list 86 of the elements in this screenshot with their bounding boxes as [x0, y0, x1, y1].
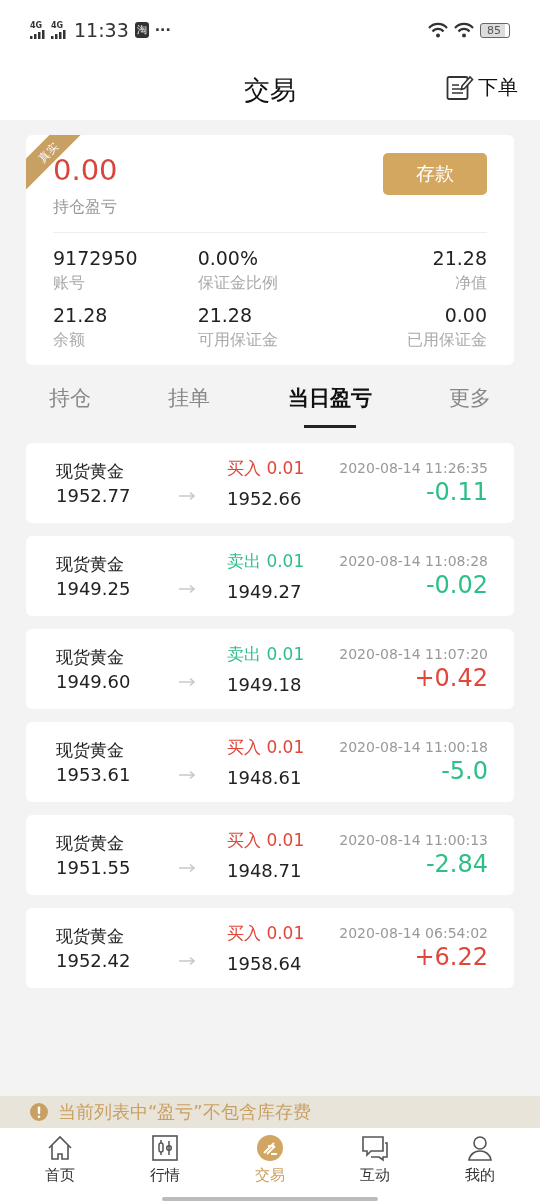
- chat-icon: [360, 1134, 389, 1162]
- trade-pnl: -0.02: [425, 571, 488, 599]
- product-name: 现货黄金: [56, 739, 125, 762]
- clock: 11:33: [74, 19, 129, 41]
- stat-value: 21.28: [53, 304, 109, 326]
- stat-value: 0.00: [444, 304, 487, 326]
- nav-tab[interactable]: 行情: [130, 1128, 201, 1194]
- trade-time: 2020-08-14 11:08:28: [339, 553, 488, 569]
- trade-pnl: +0.42: [414, 664, 488, 692]
- info-icon: [30, 1103, 48, 1121]
- order-side: 卖出 0.01: [227, 643, 305, 666]
- open-price: 1949.25: [56, 578, 132, 599]
- trade-card[interactable]: 现货黄金 1951.55 买入 0.01 1948.71 2020-08-14 11:00:13 -2.84: [26, 815, 514, 895]
- nav-tab[interactable]: 我的: [444, 1128, 515, 1194]
- more-indicator: ···: [154, 22, 171, 38]
- close-price: 1949.18: [227, 674, 303, 695]
- stat-label: 余额: [53, 330, 86, 351]
- wifi-icon: [454, 22, 474, 38]
- network-type: 4G: [51, 21, 64, 30]
- trade-icon: [256, 1134, 284, 1162]
- close-price: 1948.61: [227, 767, 303, 788]
- open-price: 1949.60: [56, 671, 132, 692]
- signal-icon: [51, 30, 66, 39]
- order-side: 买入 0.01: [227, 457, 305, 480]
- arrow-icon: [178, 863, 195, 873]
- close-price: 1948.71: [227, 860, 303, 881]
- order-side: 买入 0.01: [227, 736, 305, 759]
- trade-card[interactable]: 现货黄金 1949.60 卖出 0.01 1949.18 2020-08-14 11:07:20 +0.42: [26, 629, 514, 709]
- stat-value: 9172950: [53, 247, 139, 269]
- product-name: 现货黄金: [56, 925, 125, 948]
- trade-time: 2020-08-14 11:00:18: [339, 739, 488, 755]
- open-price: 1952.77: [56, 485, 132, 506]
- signal-icon: [30, 30, 45, 39]
- stat-value: 21.28: [432, 247, 487, 269]
- app-badge: 淘: [134, 22, 149, 38]
- trade-pnl: -0.11: [425, 478, 488, 506]
- close-price: 1952.66: [227, 488, 303, 509]
- page-title: 交易: [244, 73, 296, 107]
- trade-pnl: -2.84: [425, 850, 488, 878]
- open-price: 1952.42: [56, 950, 132, 971]
- wifi-icon: [428, 22, 448, 38]
- stat-label: 可用保证金: [197, 330, 279, 351]
- trade-pnl: +6.22: [414, 943, 488, 971]
- order-side: 买入 0.01: [227, 922, 305, 945]
- candlestick-icon: [151, 1134, 180, 1162]
- close-price: 1949.27: [227, 581, 303, 602]
- trade-card[interactable]: 现货黄金 1952.77 买入 0.01 1952.66 2020-08-14 11:26:35 -0.11: [26, 443, 514, 523]
- trade-card[interactable]: 现货黄金 1949.25 卖出 0.01 1949.27 2020-08-14 11:08:28 -0.02: [26, 536, 514, 616]
- product-name: 现货黄金: [56, 460, 125, 483]
- arrow-icon: [178, 584, 195, 594]
- pnl-value: 0.00: [53, 153, 118, 187]
- arrow-icon: [178, 956, 195, 966]
- trade-time: 2020-08-14 11:00:13: [339, 832, 488, 848]
- nav-tab[interactable]: 首页: [25, 1128, 96, 1194]
- stat-value: 0.00%: [197, 247, 259, 269]
- stat-value: 21.28: [197, 304, 254, 326]
- notice-text: 当前列表中“盈亏”不包含库存费: [58, 1100, 311, 1124]
- trade-time: 2020-08-14 11:07:20: [339, 646, 488, 662]
- product-name: 现货黄金: [56, 646, 125, 669]
- trade-time: 2020-08-14 06:54:02: [339, 925, 488, 941]
- edit-note-icon: [446, 74, 474, 101]
- arrow-icon: [178, 770, 195, 780]
- network-type: 4G: [30, 21, 43, 30]
- close-price: 1958.64: [227, 953, 303, 974]
- nav-tab[interactable]: 互动: [339, 1128, 410, 1194]
- stat-label: 已用保证金: [407, 330, 487, 351]
- tab[interactable]: 当日盈亏: [283, 370, 376, 428]
- stat-label: 保证金比例: [197, 273, 279, 294]
- user-icon: [465, 1134, 494, 1162]
- trade-card[interactable]: 现货黄金 1953.61 买入 0.01 1948.61 2020-08-14 11:00:18 -5.0: [26, 722, 514, 802]
- order-side: 买入 0.01: [227, 829, 305, 852]
- place-order-button[interactable]: 下单: [446, 74, 518, 101]
- arrow-icon: [178, 491, 195, 501]
- trade-card[interactable]: 现货黄金 1952.42 买入 0.01 1958.64 2020-08-14 06:54:02 +6.22: [26, 908, 514, 988]
- arrow-icon: [178, 677, 195, 687]
- order-side: 卖出 0.01: [227, 550, 305, 573]
- pnl-label: 持仓盈亏: [53, 197, 118, 218]
- product-name: 现货黄金: [56, 832, 125, 855]
- open-price: 1951.55: [56, 857, 132, 878]
- battery-indicator: 85: [480, 22, 510, 38]
- product-name: 现货黄金: [56, 553, 125, 576]
- stat-label: 净值: [455, 273, 487, 294]
- open-price: 1953.61: [56, 764, 132, 785]
- stat-label: 账号: [53, 273, 86, 294]
- trade-time: 2020-08-14 11:26:35: [339, 460, 488, 476]
- trade-pnl: -5.0: [441, 757, 488, 785]
